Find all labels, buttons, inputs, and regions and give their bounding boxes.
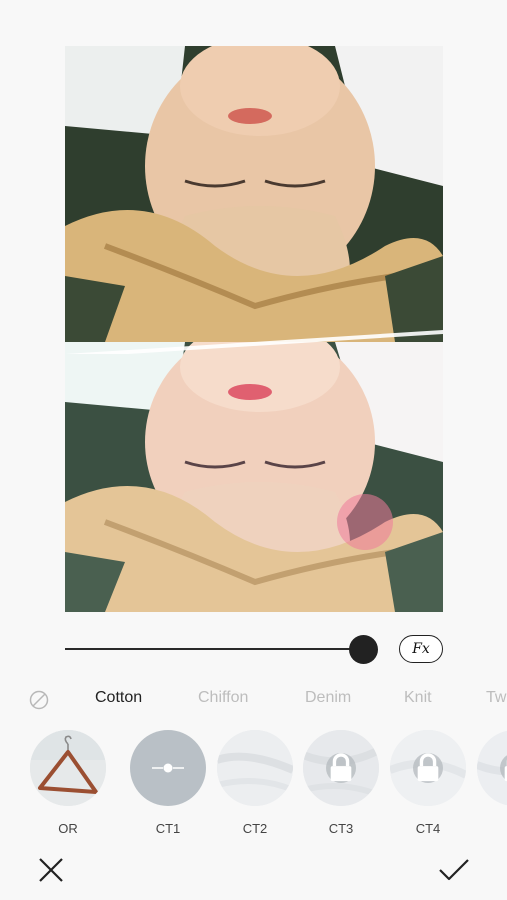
fabric-texture <box>217 730 293 806</box>
filter-thumbnail-selected[interactable] <box>130 730 206 806</box>
tab-knit[interactable]: Knit <box>404 689 432 707</box>
filter-category-tabs: Cotton Chiffon Denim Knit Tw <box>0 684 507 714</box>
filter-label: CT1 <box>155 821 181 836</box>
tab-denim[interactable]: Denim <box>305 689 351 707</box>
filter-thumbnail[interactable] <box>30 730 106 806</box>
filter-label: CT3 <box>328 821 354 836</box>
filter-label: CT4 <box>415 821 441 836</box>
filter-ct3[interactable]: CT3 <box>303 730 379 836</box>
original-photo-half <box>65 46 443 342</box>
filter-ct1[interactable]: CT1 <box>130 730 206 836</box>
filter-thumbnail[interactable] <box>390 730 466 806</box>
cancel-button[interactable] <box>36 855 66 885</box>
filter-or[interactable]: OR <box>30 730 106 836</box>
lock-icon <box>326 753 356 783</box>
filter-c[interactable]: C <box>477 730 507 836</box>
split-divider <box>65 330 443 354</box>
tab-cotton[interactable]: Cotton <box>95 689 142 707</box>
no-filter-icon[interactable] <box>29 690 49 710</box>
filter-thumbnail[interactable] <box>217 730 293 806</box>
lock-icon <box>413 753 443 783</box>
filter-label: CT2 <box>242 821 268 836</box>
filter-thumbnail[interactable] <box>303 730 379 806</box>
filter-ct4[interactable]: CT4 <box>390 730 466 836</box>
filter-label: C <box>477 821 507 836</box>
lock-icon <box>500 753 507 783</box>
tab-tw[interactable]: Tw <box>486 689 506 707</box>
checkmark-icon <box>439 859 469 881</box>
filter-label: OR <box>58 821 78 836</box>
hanger-icon <box>30 730 106 806</box>
filter-ct2[interactable]: CT2 <box>217 730 293 836</box>
filter-thumbnail[interactable] <box>477 730 507 806</box>
effect-intensity-slider-knob[interactable] <box>349 635 378 664</box>
effect-intensity-slider-track[interactable] <box>65 648 365 650</box>
tab-chiffon[interactable]: Chiffon <box>198 689 248 707</box>
fx-button[interactable]: Fx <box>399 635 443 663</box>
adjust-slider-icon <box>152 763 184 773</box>
filtered-photo-half <box>65 342 443 612</box>
apply-button[interactable] <box>437 855 471 885</box>
filter-list: OR CT1 CT2 CT3 CT4 <box>0 730 507 842</box>
photo-preview <box>65 46 443 612</box>
close-icon <box>39 858 63 882</box>
